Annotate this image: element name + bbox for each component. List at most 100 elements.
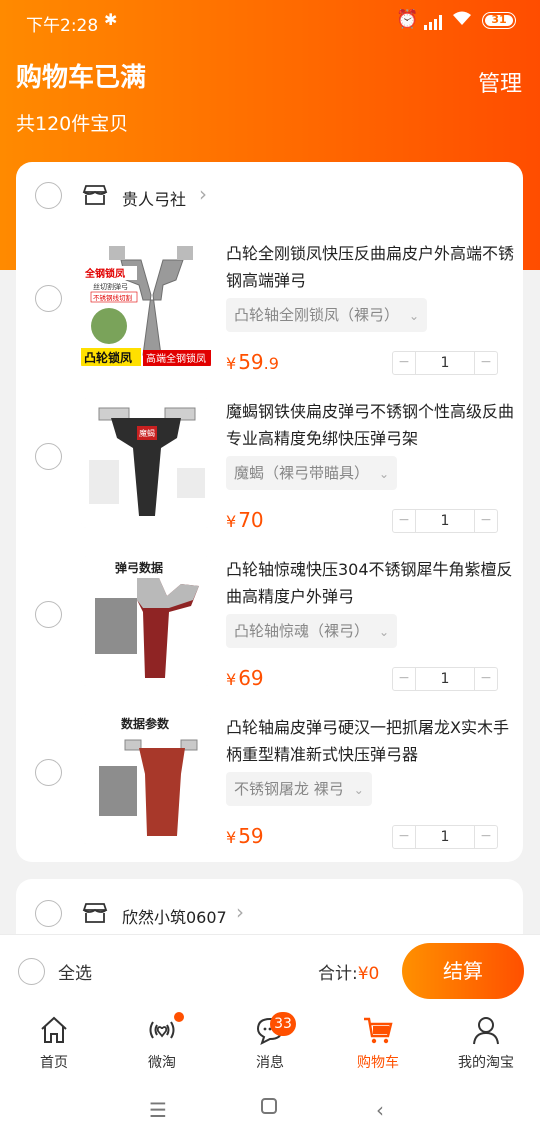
quantity-value[interactable]: 1 [416,826,474,848]
battery-level: 31 [491,13,507,26]
manage-button[interactable]: 管理 [478,66,522,98]
image-caption: 全钢锁凤 [84,267,125,280]
quantity-value[interactable]: 1 [416,510,474,532]
image-caption: 丝切割弹弓 [93,282,128,291]
price-value: 70 [238,508,264,532]
shop-select-radio[interactable] [35,182,62,209]
tab-weitao[interactable]: 微淘 [108,1008,216,1080]
battery-icon: 31 [482,12,516,29]
page-title: 购物车已满 [16,63,147,93]
image-caption: 弹弓数据 [115,560,163,575]
decrease-button[interactable]: − [393,826,416,848]
total-amount: ¥0 [357,964,380,984]
cart-icon [364,1017,393,1044]
shop-name[interactable]: 贵人弓社 [122,186,186,210]
status-bar: 下午2:28 ✱ ⏰ 31 [0,0,540,44]
decrease-button[interactable]: − [393,352,416,374]
price-value: 59 [238,350,264,374]
image-caption: 凸轮锁凤 [84,350,132,365]
image-caption: 不锈钢线切割 [93,293,133,302]
notification-dot [174,1012,184,1022]
product-image[interactable]: 弹弓数据 [81,556,211,686]
chevron-right-icon[interactable]: › [236,900,244,924]
item-count: 共120件宝贝 [16,113,129,135]
quantity-stepper: − 1 − [392,667,498,691]
cart-item: 弹弓数据 凸轮轴惊魂快压304不锈钢犀牛角紫檀反曲高精度户外弹弓 凸轮轴惊魂（裸… [16,556,523,714]
signal-icon [424,14,446,30]
weitao-icon [149,1021,175,1039]
tab-profile[interactable]: 我的淘宝 [432,1008,540,1080]
product-title[interactable]: 凸轮全刚锁凤快压反曲扁皮户外高端不锈钢高端弹弓 [226,240,516,294]
item-select-radio[interactable] [35,443,62,470]
tab-home[interactable]: 首页 [0,1008,108,1080]
image-caption: 魔蝎 [139,428,155,438]
sku-selector[interactable]: 凸轮轴惊魂（裸弓） ⌄ [226,614,398,648]
sku-selector[interactable]: 魔蝎（裸弓带瞄具） ⌄ [226,456,398,490]
increase-button[interactable]: − [474,668,497,690]
back-icon[interactable]: ‹ [376,1098,384,1122]
increase-button[interactable]: − [474,510,497,532]
item-select-radio[interactable] [35,285,62,312]
chevron-down-icon: ⌄ [379,467,390,481]
tab-label: 首页 [40,1055,68,1071]
increase-button[interactable]: − [474,826,497,848]
chevron-down-icon: ⌄ [353,783,364,797]
currency-symbol: ¥ [226,670,237,689]
product-image[interactable]: 魔蝎 [81,398,211,528]
cart-item: 数据参数 凸轮轴扁皮弹弓硬汉一把抓屠龙X实木手柄重型精准新式快压弹弓器 不锈钢屠… [16,714,523,872]
system-nav-bar: ☰ ‹ [0,1080,540,1140]
shop-icon [82,184,108,206]
checkout-button[interactable]: 结算 [402,943,524,999]
decrease-button[interactable]: − [393,510,416,532]
quantity-stepper: − 1 − [392,509,498,533]
select-all-radio[interactable] [18,958,45,985]
tab-label: 微淘 [148,1055,176,1071]
product-image[interactable]: 全钢锁凤 丝切割弹弓 不锈钢线切割 凸轮锁凤 高端全钢锁凤 [81,240,211,370]
total-label: 合计: [318,964,358,984]
shop-select-radio[interactable] [35,900,62,927]
profile-icon [473,1017,499,1045]
sku-label: 凸轮轴全刚锁凤（裸弓） [234,306,400,324]
quantity-value[interactable]: 1 [416,668,474,690]
item-select-radio[interactable] [35,601,62,628]
chevron-down-icon: ⌄ [379,625,390,639]
sku-selector[interactable]: 不锈钢屠龙 裸弓 ⌄ [226,772,372,806]
price-value: 59 [238,824,264,848]
quantity-value[interactable]: 1 [416,352,474,374]
image-caption: 数据参数 [121,716,170,731]
item-select-radio[interactable] [35,759,62,786]
sku-label: 不锈钢屠龙 裸弓 [234,780,344,798]
chevron-right-icon[interactable]: › [199,182,207,206]
shop-name[interactable]: 欣然小筑0607 [122,904,227,928]
checkout-bar: 全选 合计:¥0 结算 [0,934,540,1009]
tab-label: 消息 [256,1055,284,1071]
total-price: 合计:¥0 [318,959,379,984]
currency-symbol: ¥ [226,512,237,531]
alarm-icon: ⏰ [396,9,419,30]
product-title[interactable]: 凸轮轴扁皮弹弓硬汉一把抓屠龙X实木手柄重型精准新式快压弹弓器 [226,714,516,768]
quantity-stepper: − 1 − [392,825,498,849]
decrease-button[interactable]: − [393,668,416,690]
increase-button[interactable]: − [474,352,497,374]
chevron-down-icon: ⌄ [409,309,420,323]
tab-cart[interactable]: 购物车 [324,1008,432,1080]
menu-icon[interactable]: ☰ [149,1098,167,1122]
select-all-label[interactable]: 全选 [58,959,92,984]
home-icon [41,1016,67,1043]
product-price: ¥69 [226,666,264,690]
shop-card: 贵人弓社 › 全钢锁凤 丝切割弹弓 不锈钢线切割 凸轮锁凤 高端全钢锁凤 凸轮全… [16,162,523,862]
image-caption: 高端全钢锁凤 [146,352,206,365]
sku-selector[interactable]: 凸轮轴全刚锁凤（裸弓） ⌄ [226,298,428,332]
home-square-icon[interactable] [259,1096,279,1121]
tab-messages[interactable]: 33 消息 [216,1008,324,1080]
message-badge: 33 [270,1012,296,1036]
product-title[interactable]: 凸轮轴惊魂快压304不锈钢犀牛角紫檀反曲高精度户外弹弓 [226,556,516,610]
product-image[interactable]: 数据参数 [81,714,211,844]
product-price: ¥59 [226,824,264,848]
product-title[interactable]: 魔蝎钢铁侠扁皮弹弓不锈钢个性高级反曲专业高精度免绑快压弹弓架 [226,398,516,452]
cart-item: 魔蝎 魔蝎钢铁侠扁皮弹弓不锈钢个性高级反曲专业高精度免绑快压弹弓架 魔蝎（裸弓带… [16,398,523,556]
currency-symbol: ¥ [226,354,237,373]
price-value: 69 [238,666,264,690]
tab-label: 我的淘宝 [458,1055,514,1071]
price-decimal: .9 [263,354,279,373]
